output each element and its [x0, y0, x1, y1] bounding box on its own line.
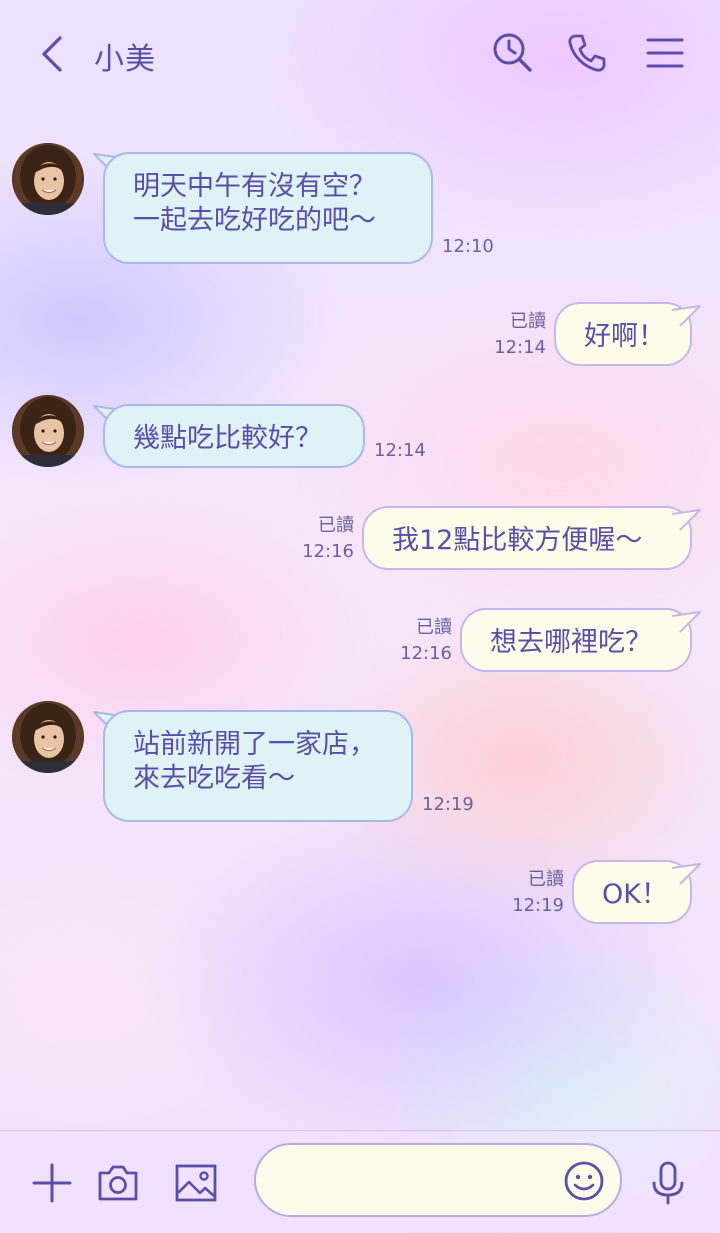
message-status: 已讀 12:16: [278, 513, 354, 565]
bubble-tail: [671, 862, 702, 886]
contact-avatar[interactable]: [12, 143, 84, 215]
emoji-icon[interactable]: [562, 1159, 606, 1203]
message-text: OK！: [602, 879, 668, 910]
microphone-icon[interactable]: [646, 1161, 690, 1205]
message-status: 已讀 12:14: [470, 309, 546, 361]
message-time: 12:14: [374, 440, 426, 461]
read-receipt: 已讀: [528, 869, 564, 890]
message-time: 12:19: [422, 794, 474, 815]
input-bar: [0, 1130, 720, 1233]
message-time: 12:16: [400, 643, 452, 664]
chat-header: 小美: [0, 0, 720, 108]
message-bubble-incoming[interactable]: 明天中午有沒有空？ 一起去吃好吃的吧～: [103, 152, 433, 264]
chat-title: 小美: [94, 42, 156, 77]
message-text: 想去哪裡吃？: [490, 627, 652, 658]
read-receipt: 已讀: [416, 617, 452, 638]
message-time: 12:10: [442, 236, 494, 257]
message-input[interactable]: [280, 1163, 564, 1201]
message-bubble-outgoing[interactable]: 想去哪裡吃？: [460, 608, 692, 672]
image-icon[interactable]: [174, 1161, 218, 1205]
message-text-line: 站前新開了一家店，: [133, 729, 376, 760]
contact-avatar[interactable]: [12, 701, 84, 773]
plus-icon[interactable]: [30, 1161, 74, 1205]
message-text-line: 一起去吃好吃的吧～: [133, 205, 376, 236]
message-input-box[interactable]: [254, 1143, 622, 1217]
message-bubble-incoming[interactable]: 幾點吃比較好？: [103, 404, 365, 468]
message-text-line: 幾點吃比較好？: [133, 423, 322, 454]
message-bubble-outgoing[interactable]: 我12點比較方便喔～: [362, 506, 692, 570]
message-time: 12:14: [494, 337, 546, 358]
message-time: 12:16: [302, 541, 354, 562]
message-text: 我12點比較方便喔～: [392, 525, 643, 556]
phone-icon[interactable]: [564, 30, 610, 76]
back-icon[interactable]: [28, 30, 78, 78]
search-history-icon[interactable]: [490, 30, 536, 76]
message-text: 好啊！: [584, 321, 665, 352]
message-time: 12:19: [512, 895, 564, 916]
bubble-tail: [671, 304, 702, 328]
contact-avatar[interactable]: [12, 395, 84, 467]
bubble-tail: [671, 610, 702, 634]
message-text-line: 來去吃吃看～: [133, 763, 295, 794]
camera-icon[interactable]: [96, 1161, 140, 1205]
message-status: 已讀 12:19: [488, 867, 564, 919]
read-receipt: 已讀: [318, 515, 354, 536]
message-text-line: 明天中午有沒有空？: [133, 171, 376, 202]
menu-icon[interactable]: [642, 30, 688, 76]
read-receipt: 已讀: [510, 311, 546, 332]
message-status: 已讀 12:16: [376, 615, 452, 667]
bubble-tail: [671, 508, 702, 532]
message-bubble-incoming[interactable]: 站前新開了一家店， 來去吃吃看～: [103, 710, 413, 822]
